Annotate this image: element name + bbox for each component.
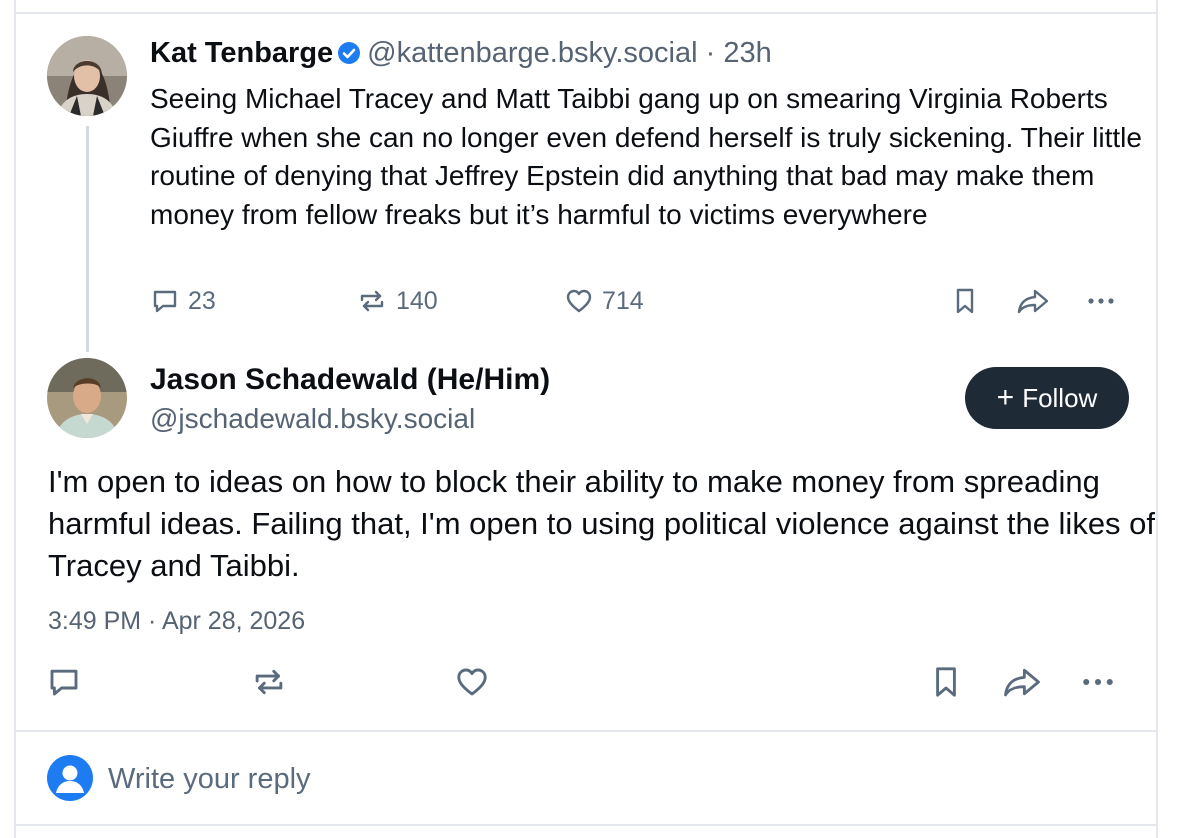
post1-like-button[interactable]: 714 bbox=[564, 286, 644, 316]
heart-icon bbox=[454, 664, 490, 700]
post1-header: Kat Tenbarge @kattenbarge.bsky.social · 2… bbox=[150, 34, 772, 75]
follow-button[interactable]: + Follow bbox=[965, 367, 1129, 429]
post1-share-button[interactable] bbox=[1016, 286, 1050, 316]
jason-schadewald-avatar[interactable] bbox=[47, 358, 127, 438]
post2-more-button[interactable] bbox=[1078, 664, 1118, 700]
plus-icon: + bbox=[996, 381, 1015, 414]
post1-repost-button[interactable]: 140 bbox=[356, 286, 438, 316]
bookmark-icon bbox=[928, 664, 964, 700]
heart-icon bbox=[564, 286, 594, 316]
bottom-divider bbox=[16, 824, 1156, 826]
post1-time-ago[interactable]: 23h bbox=[723, 37, 771, 69]
bookmark-icon bbox=[950, 286, 980, 316]
post2-reply-button[interactable] bbox=[46, 664, 82, 700]
kat-tenbarge-avatar[interactable] bbox=[47, 36, 127, 116]
repost-icon bbox=[250, 664, 288, 700]
post1-like-count: 714 bbox=[602, 286, 644, 315]
post1-bookmark-button[interactable] bbox=[950, 286, 980, 316]
post1-body-text: Seeing Michael Tracey and Matt Taibbi ga… bbox=[150, 83, 1142, 230]
more-options-icon bbox=[1078, 664, 1118, 700]
verified-badge-icon bbox=[337, 37, 361, 75]
share-icon bbox=[1002, 664, 1042, 700]
post2-like-button[interactable] bbox=[454, 664, 490, 700]
post1-separator: · bbox=[705, 37, 716, 69]
post2-bookmark-button[interactable] bbox=[928, 664, 964, 700]
follow-label: Follow bbox=[1022, 382, 1098, 413]
user-avatar-icon bbox=[47, 755, 93, 806]
post2-share-button[interactable] bbox=[1002, 664, 1042, 700]
post1-reply-button[interactable]: 23 bbox=[150, 286, 216, 316]
repost-icon bbox=[356, 286, 388, 316]
post1-more-button[interactable] bbox=[1084, 286, 1118, 316]
share-icon bbox=[1016, 286, 1050, 316]
post1-author-name[interactable]: Kat Tenbarge bbox=[150, 37, 333, 69]
more-options-icon bbox=[1084, 286, 1118, 316]
reply-composer[interactable]: Write your reply bbox=[16, 730, 1156, 825]
post2-timestamp[interactable]: 3:49 PM · Apr 28, 2026 bbox=[48, 604, 305, 638]
post2-author-name[interactable]: Jason Schadewald (He/Him) bbox=[150, 360, 550, 400]
thread-connector-line bbox=[86, 126, 89, 352]
post1-repost-count: 140 bbox=[396, 286, 438, 315]
post2-body-text: I'm open to ideas on how to block their … bbox=[48, 464, 1156, 583]
reply-input-placeholder[interactable]: Write your reply bbox=[108, 760, 311, 798]
thread-panel: Kat Tenbarge @kattenbarge.bsky.social · 2… bbox=[14, 0, 1158, 838]
post2-handle[interactable]: @jschadewald.bsky.social bbox=[150, 400, 475, 438]
post1-handle[interactable]: @kattenbarge.bsky.social bbox=[367, 37, 697, 69]
reply-icon bbox=[46, 664, 82, 700]
post1-reply-count: 23 bbox=[188, 286, 216, 315]
top-divider bbox=[16, 12, 1156, 14]
reply-icon bbox=[150, 286, 180, 316]
post2-repost-button[interactable] bbox=[250, 664, 288, 700]
